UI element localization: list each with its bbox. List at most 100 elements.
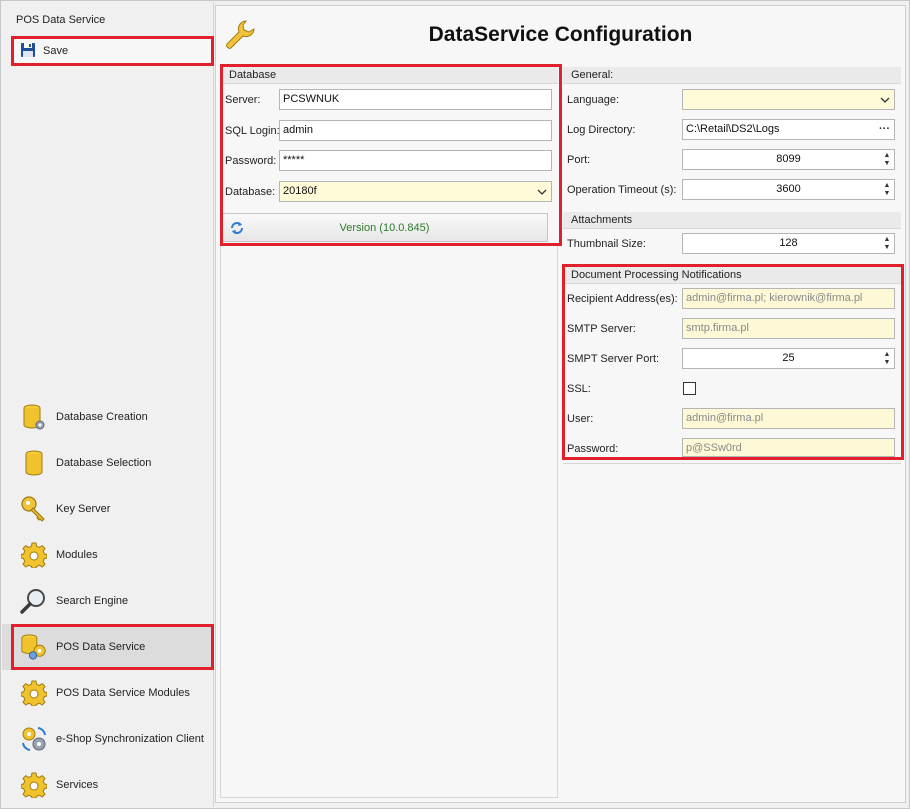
sidebar-item-database-selection[interactable]: Database Selection [2, 440, 214, 486]
user-label: User: [567, 413, 594, 425]
log-directory-row: Log Directory: C:\Retail\DS2\Logs ··· [563, 119, 901, 143]
gear-icon [20, 771, 48, 799]
log-directory-input[interactable]: C:\Retail\DS2\Logs ··· [682, 119, 895, 140]
password-label: Password: [225, 155, 277, 167]
database-group-caption: Database [221, 67, 558, 84]
notifications-group-caption: Document Processing Notifications [563, 267, 901, 284]
save-button[interactable]: Save [11, 36, 214, 66]
timeout-label: Operation Timeout (s): [567, 184, 677, 196]
notif-password-label: Password: [567, 443, 619, 455]
user-input[interactable]: admin@firma.pl [682, 408, 895, 429]
database-label: Database: [225, 186, 276, 198]
smtp-port-spinner[interactable]: 25 ▲ ▼ [682, 348, 895, 369]
thumbnail-label: Thumbnail Size: [567, 238, 646, 250]
sidebar-item-label: Database Creation [56, 411, 148, 423]
chevron-down-icon[interactable] [533, 182, 551, 201]
sidebar-item-label: Services [56, 779, 99, 791]
thumbnail-value: 128 [779, 237, 798, 249]
database-row: Database: 20180f [221, 181, 558, 205]
server-label: Server: [225, 94, 261, 106]
port-label: Port: [567, 154, 591, 166]
sidebar-item-label: Key Server [56, 503, 111, 515]
database-gears-icon [20, 633, 48, 661]
log-directory-value: C:\Retail\DS2\Logs [686, 123, 780, 135]
general-group: General: Language: Log Directory: C:\Ret… [563, 67, 901, 209]
smtp-port-value: 25 [782, 352, 795, 364]
server-row: Server: PCSWNUK [221, 89, 558, 113]
sidebar-item-label: POS Data Service Modules [56, 687, 190, 699]
recipient-input[interactable]: admin@firma.pl; kierownik@firma.pl [682, 288, 895, 309]
ssl-row: SSL: [563, 378, 901, 402]
notifications-group: Document Processing Notifications Recipi… [563, 267, 901, 460]
timeout-value: 3600 [776, 183, 801, 195]
sidebar-item-pos-data-service[interactable]: POS Data Service [2, 624, 214, 670]
language-row: Language: [563, 89, 901, 113]
spin-arrows-icon[interactable]: ▲ ▼ [880, 234, 894, 253]
log-directory-label: Log Directory: [567, 124, 636, 136]
gear-icon [20, 541, 48, 569]
sidebar-item-label: Search Engine [56, 595, 129, 607]
sidebar-nav: Database Creation Database Selection Key… [2, 394, 214, 808]
sidebar-item-services[interactable]: Services [2, 762, 214, 808]
sidebar-item-pos-data-service-modules[interactable]: POS Data Service Modules [2, 670, 214, 716]
smtp-port-label: SMPT Server Port: [567, 353, 660, 365]
attachments-group-caption: Attachments [563, 212, 901, 229]
sidebar-item-label: Database Selection [56, 457, 152, 469]
server-input[interactable]: PCSWNUK [279, 89, 552, 110]
port-value: 8099 [776, 153, 801, 165]
save-button-label: Save [43, 45, 69, 57]
spin-arrows-icon[interactable]: ▲ ▼ [880, 180, 894, 199]
chevron-down-icon[interactable] [876, 90, 894, 109]
smtp-port-row: SMPT Server Port: 25 ▲ ▼ [563, 348, 901, 372]
sql-login-label: SQL Login: [225, 125, 280, 137]
version-button[interactable]: Version (10.0.845) [221, 213, 548, 242]
recipient-label: Recipient Address(es): [567, 293, 678, 305]
smtp-server-label: SMTP Server: [567, 323, 636, 335]
sidebar-item-eshop-sync-client[interactable]: e-Shop Synchronization Client [2, 716, 214, 762]
browse-ellipsis-icon[interactable]: ··· [879, 120, 890, 139]
general-group-caption: General: [563, 67, 901, 84]
thumbnail-spinner[interactable]: 128 ▲ ▼ [682, 233, 895, 254]
timeout-row: Operation Timeout (s): 3600 ▲ ▼ [563, 179, 901, 203]
sidebar: POS Data Service Save Database Creation … [2, 2, 214, 807]
recipient-row: Recipient Address(es): admin@firma.pl; k… [563, 288, 901, 312]
page-title: DataService Configuration [428, 23, 693, 46]
database-gear-icon [20, 403, 48, 431]
sql-login-row: SQL Login: admin [221, 120, 558, 144]
floppy-disk-icon [20, 42, 36, 61]
app-window: POS Data Service Save Database Creation … [0, 0, 910, 809]
notif-password-row: Password: p@SSw0rd [563, 438, 901, 462]
timeout-spinner[interactable]: 3600 ▲ ▼ [682, 179, 895, 200]
sql-login-input[interactable]: admin [279, 120, 552, 141]
spin-arrows-icon[interactable]: ▲ ▼ [880, 349, 894, 368]
language-select[interactable] [682, 89, 895, 110]
key-icon [20, 495, 48, 523]
sidebar-item-key-server[interactable]: Key Server [2, 486, 214, 532]
sidebar-item-database-creation[interactable]: Database Creation [2, 394, 214, 440]
sidebar-item-label: POS Data Service [56, 641, 146, 653]
right-lower-area [563, 463, 901, 798]
sync-gears-icon [20, 725, 48, 753]
spin-arrows-icon[interactable]: ▲ ▼ [880, 150, 894, 169]
port-row: Port: 8099 ▲ ▼ [563, 149, 901, 173]
database-select[interactable]: 20180f [279, 181, 552, 202]
password-input[interactable]: ***** [279, 150, 552, 171]
smtp-server-input[interactable]: smtp.firma.pl [682, 318, 895, 339]
ssl-checkbox[interactable] [683, 382, 696, 395]
language-label: Language: [567, 94, 619, 106]
ssl-label: SSL: [567, 383, 591, 395]
user-row: User: admin@firma.pl [563, 408, 901, 432]
version-label: Version (10.0.845) [339, 221, 430, 234]
database-icon [20, 449, 48, 477]
main-panel: DataService Configuration Database Serve… [215, 5, 906, 803]
sidebar-title: POS Data Service [16, 14, 106, 26]
notif-password-input[interactable]: p@SSw0rd [682, 438, 895, 457]
sidebar-item-search-engine[interactable]: Search Engine [2, 578, 214, 624]
sidebar-item-label: Modules [56, 549, 98, 561]
attachments-group: Attachments Thumbnail Size: 128 ▲ ▼ [563, 212, 901, 262]
password-row: Password: ***** [221, 150, 558, 174]
refresh-icon [230, 221, 244, 238]
sidebar-item-modules[interactable]: Modules [2, 532, 214, 578]
port-spinner[interactable]: 8099 ▲ ▼ [682, 149, 895, 170]
database-group-lower-area [220, 246, 558, 798]
